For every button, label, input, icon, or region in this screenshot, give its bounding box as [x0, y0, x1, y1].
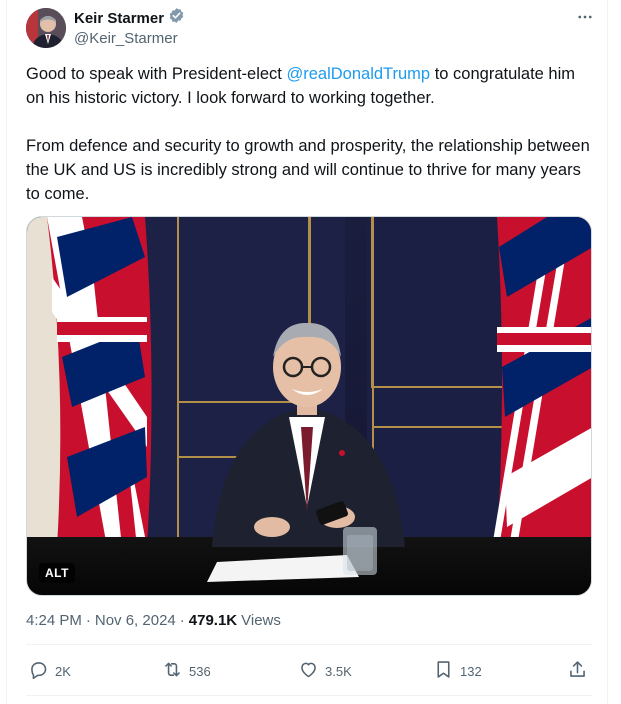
- bookmark-icon: [433, 659, 454, 683]
- tweet-paragraph-1: Good to speak with President-elect @real…: [26, 62, 592, 110]
- right-border: [607, 0, 608, 704]
- views-label: Views: [241, 612, 281, 629]
- mention-link[interactable]: @realDonaldTrump: [286, 65, 430, 83]
- alt-text-badge[interactable]: ALT: [39, 563, 75, 583]
- tweet-text: Good to speak with President-elect @real…: [26, 62, 592, 206]
- tweet-metadata: 4:24 PM · Nov 6, 2024 · 479.1K Views: [26, 612, 281, 629]
- tweet-photo[interactable]: ALT: [26, 216, 592, 596]
- repost-count: 536: [189, 663, 211, 679]
- tweet-header: Keir Starmer @Keir_Starmer: [26, 8, 596, 50]
- divider: [26, 644, 592, 645]
- divider: [26, 695, 592, 696]
- action-bar: 2K 536 3.5K 132: [28, 659, 590, 683]
- like-button[interactable]: 3.5K: [298, 659, 352, 683]
- meta-separator: ·: [179, 612, 185, 629]
- bookmark-button[interactable]: 132: [433, 659, 482, 683]
- share-icon: [567, 659, 588, 683]
- views-count: 479.1K: [188, 612, 238, 629]
- bookmark-count: 132: [460, 663, 482, 679]
- author-display-name[interactable]: Keir Starmer: [74, 10, 164, 27]
- meta-separator: ·: [85, 612, 91, 629]
- repost-icon: [162, 659, 183, 683]
- heart-icon: [298, 659, 319, 683]
- like-count: 3.5K: [325, 663, 352, 679]
- repost-button[interactable]: 536: [162, 659, 211, 683]
- tweet-time[interactable]: 4:24 PM: [26, 612, 82, 629]
- tweet-paragraph-2: From defence and security to growth and …: [26, 137, 590, 203]
- author-handle[interactable]: @Keir_Starmer: [74, 30, 185, 47]
- more-options-icon[interactable]: [576, 8, 594, 31]
- reply-icon: [28, 659, 49, 683]
- reply-button[interactable]: 2K: [28, 659, 71, 683]
- tweet-date[interactable]: Nov 6, 2024: [95, 612, 176, 629]
- share-button[interactable]: [567, 659, 588, 683]
- tweet-text-part: Good to speak with President-elect: [26, 65, 287, 83]
- avatar[interactable]: [26, 8, 66, 48]
- photo-illustration: [27, 217, 591, 595]
- verified-badge-icon: [168, 7, 185, 29]
- reply-count: 2K: [55, 663, 71, 679]
- left-border: [6, 0, 7, 704]
